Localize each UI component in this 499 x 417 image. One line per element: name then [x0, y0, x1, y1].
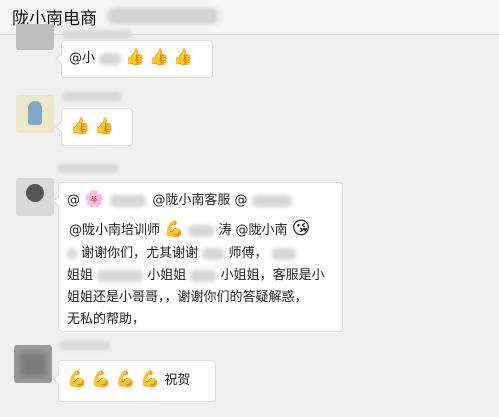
muscle-icon: 💪	[67, 369, 87, 388]
message-line-5: 姐姐还是小哥哥，，谢谢你们的答疑解惑，	[67, 287, 308, 309]
mention-at: @	[67, 193, 80, 208]
muscle-icon: 💪	[91, 369, 112, 388]
line4-part1: 姐姐	[67, 268, 94, 283]
muscle-icon: 💪	[140, 369, 161, 388]
avatar-head-icon	[26, 184, 44, 202]
congrats-text: 祝贺	[164, 373, 191, 388]
mention-lxn: @陇小南	[235, 223, 288, 238]
flower-icon: 🌸	[84, 189, 105, 208]
avatar-figure-icon	[28, 101, 42, 125]
mention-tao: 涛	[218, 223, 232, 238]
avatar[interactable]	[16, 178, 54, 216]
mention-text: @小	[69, 51, 96, 66]
blurred-name	[99, 52, 122, 65]
avatar[interactable]	[16, 24, 54, 50]
line5-text: 姐姐还是小哥哥，，谢谢你们的答疑解惑，	[67, 290, 308, 305]
blurred-name	[251, 194, 292, 207]
avatar[interactable]	[14, 345, 52, 383]
thumbs-up-icon: 👍	[94, 116, 115, 135]
blurred-name	[190, 269, 217, 282]
message-bubble[interactable]: 💪 💪 💪 💪 祝贺	[52, 360, 216, 402]
message-bubble[interactable]: @ 🌸 @陇小南客服 @ @陇小南培训师 💪 涛 @陇小南 😘 谢谢你们，尤其谢…	[52, 182, 343, 332]
thumbs-up-icon: 👍	[149, 47, 170, 66]
blurred-name	[110, 194, 147, 207]
thumbs-up-icon: 👍	[70, 116, 90, 135]
line3-part2: 师傅，	[228, 246, 268, 261]
muscle-icon: 💪	[164, 219, 185, 238]
message-line-2: @陇小南培训师 💪 涛 @陇小南 😘	[69, 219, 310, 242]
blurred-name	[188, 224, 215, 237]
blurred-name	[271, 247, 296, 260]
blurred-name	[67, 247, 77, 260]
muscle-icon: 💪	[115, 369, 136, 388]
avatar[interactable]	[16, 95, 54, 133]
blurred-name	[97, 269, 144, 282]
message-text: 👍 👍	[70, 116, 114, 138]
line3-part1: 谢谢你们，尤其谢谢	[81, 246, 199, 261]
line6-text: 无私的帮助，	[67, 312, 146, 327]
mention-trainer: @陇小南培训师	[69, 223, 161, 238]
mention-at-2: @	[234, 193, 248, 208]
message-text: 💪 💪 💪 💪 祝贺	[67, 369, 191, 392]
mention-service: @陇小南客服	[152, 193, 231, 208]
message-line-4: 姐姐 小姐姐 小姐姐，客服是小	[67, 265, 325, 287]
message-bubble[interactable]: @小 👍 👍 👍	[55, 40, 213, 78]
thumbs-up-icon: 👍	[173, 47, 194, 66]
message-line-1: @ 🌸 @陇小南客服 @	[67, 189, 292, 212]
message-text: @小 👍 👍 👍	[69, 47, 193, 70]
line4-part3: 小姐姐，客服是小	[220, 268, 325, 283]
message-line-6: 无私的帮助，	[67, 309, 145, 331]
thumbs-up-icon: 👍	[125, 47, 146, 66]
blurred-name	[202, 247, 225, 260]
blurred-title-suffix	[108, 8, 218, 24]
sender-name	[62, 30, 132, 39]
avatar-dark-patch-icon	[20, 353, 46, 377]
sender-name	[60, 341, 110, 350]
kiss-icon: 😘	[291, 218, 311, 239]
sender-name	[58, 164, 118, 173]
message-line-3: 谢谢你们，尤其谢谢 师傅，	[67, 243, 296, 265]
message-bubble[interactable]: 👍 👍	[55, 108, 133, 146]
sender-name	[62, 92, 122, 101]
line4-part2: 小姐姐	[147, 268, 187, 283]
